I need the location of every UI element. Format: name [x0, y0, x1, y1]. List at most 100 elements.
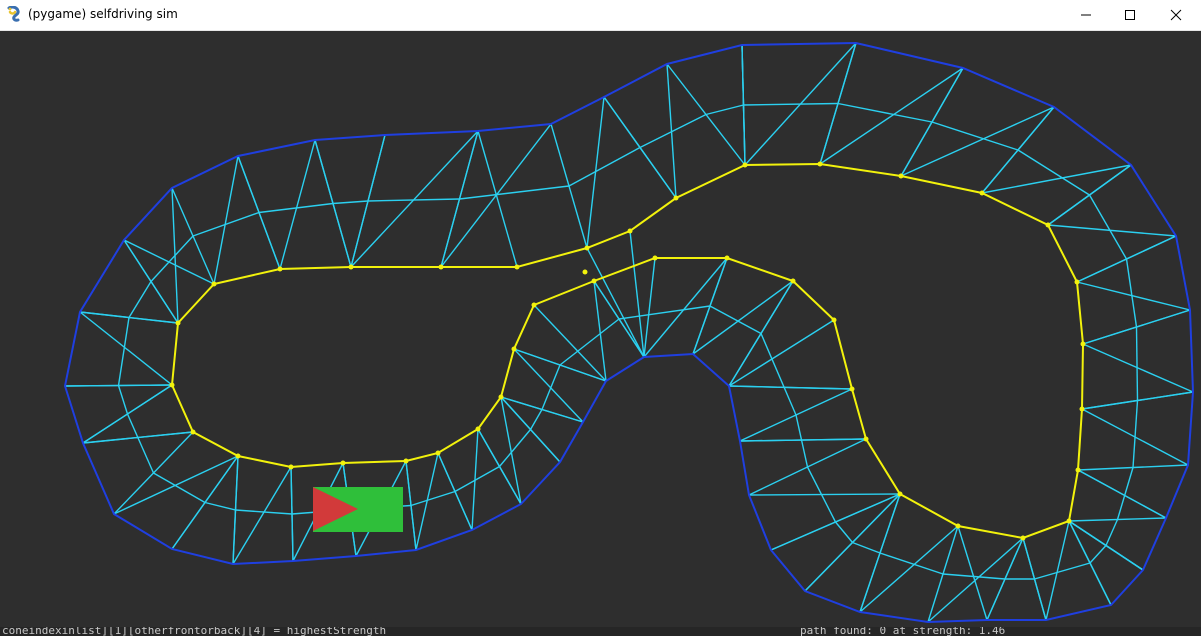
console-output: coneindexinlist][1][otherfrontorback][4]…	[0, 627, 1201, 636]
cone-vertex	[514, 264, 520, 270]
mesh-diagonal	[500, 396, 561, 463]
maximize-icon	[1124, 9, 1136, 21]
cone-vertices	[169, 161, 1086, 541]
mesh-midline	[529, 409, 543, 430]
cone-vertex	[724, 255, 730, 261]
mesh-diagonal	[113, 455, 239, 515]
close-button[interactable]	[1153, 0, 1199, 30]
mesh-midline	[743, 102, 839, 106]
mesh-midline	[852, 541, 881, 554]
mesh-diagonal	[171, 455, 239, 550]
mesh-midline	[1088, 194, 1128, 260]
mesh-spoke	[1077, 469, 1167, 519]
mesh-spoke	[692, 257, 728, 355]
mesh-spoke	[981, 106, 1055, 194]
mesh-midline	[459, 185, 570, 200]
mesh-midline	[618, 305, 711, 320]
cone-vertex	[438, 264, 444, 270]
cone-vertex	[627, 228, 633, 234]
mesh-spoke	[728, 385, 853, 390]
mesh-midline	[705, 104, 744, 116]
mesh-midline	[1017, 149, 1090, 196]
mesh-spoke	[1068, 520, 1144, 571]
mesh-diagonal	[819, 67, 964, 165]
mesh-diagonal	[927, 537, 1024, 623]
window-titlebar: (pygame) selfdriving sim	[0, 0, 1201, 31]
inner-track-border	[170, 162, 1085, 540]
mesh-midline	[454, 465, 500, 493]
mesh-midline	[760, 333, 797, 416]
mesh-diagonal	[770, 493, 901, 551]
mesh-diagonal	[586, 96, 605, 249]
mesh-midline	[1135, 326, 1139, 401]
cone-vertex	[403, 458, 409, 464]
simulation-canvas	[63, 41, 1195, 624]
mesh-midline	[1089, 545, 1107, 564]
mesh-spoke	[237, 155, 281, 270]
cone-vertex	[584, 245, 590, 251]
mesh-midline	[931, 121, 1019, 151]
stray-cone	[582, 269, 588, 275]
maximize-button[interactable]	[1107, 0, 1153, 30]
car	[313, 487, 403, 532]
cone-vertex	[277, 266, 283, 272]
mesh-midline	[568, 146, 641, 187]
cone-vertex	[190, 429, 196, 435]
mesh-diagonal	[804, 493, 901, 592]
cone-vertex	[511, 346, 517, 352]
cone-vertex	[175, 320, 181, 326]
mesh-midline	[410, 490, 456, 507]
mesh-spoke	[900, 67, 964, 177]
minimize-icon	[1080, 9, 1092, 21]
mesh-spoke	[82, 384, 173, 444]
mesh-diagonal	[1082, 343, 1194, 393]
minimize-button[interactable]	[1063, 0, 1109, 30]
mesh-spoke	[513, 348, 607, 382]
mesh-diagonal	[1068, 520, 1112, 606]
mesh-spoke	[82, 431, 194, 444]
mesh-diagonal	[64, 384, 173, 387]
cone-vertex	[1080, 341, 1086, 347]
cone-vertex	[498, 394, 504, 400]
cone-vertex	[435, 450, 441, 456]
mesh-diagonal	[1081, 408, 1189, 466]
cone-vertex	[340, 460, 346, 466]
cone-vertex	[235, 453, 241, 459]
cone-vertex	[475, 426, 481, 432]
mesh-midline	[639, 113, 707, 149]
mesh-midline	[332, 200, 369, 205]
cone-vertex	[1045, 222, 1051, 228]
console-line-left: coneindexinlist][1][otherfrontorback][4]…	[2, 627, 387, 636]
mesh-diagonal	[213, 155, 239, 285]
cone-vertex	[817, 161, 823, 167]
mesh-diagonal	[415, 452, 439, 551]
cone-vertex	[1066, 518, 1072, 524]
mesh-midline	[126, 413, 155, 474]
mesh-spoke	[728, 280, 794, 387]
mesh-midline	[150, 235, 194, 282]
mesh-spoke	[314, 139, 352, 268]
cone-vertex	[955, 523, 961, 529]
console-line-right: path found: 0 at strength: 1.46	[800, 627, 1006, 636]
cone-vertex	[849, 386, 855, 392]
cone-vertex	[897, 491, 903, 497]
mesh-midline	[837, 102, 933, 123]
mesh-diagonal	[666, 63, 677, 199]
mesh-spoke	[477, 130, 518, 268]
cone-vertex	[591, 278, 597, 284]
mesh-spoke	[1076, 235, 1177, 283]
mesh-diagonal	[171, 187, 179, 324]
mesh-spoke	[643, 257, 656, 358]
cone-vertex	[211, 281, 217, 287]
mesh-midline	[117, 385, 129, 415]
cone-vertex	[898, 173, 904, 179]
pygame-snake-icon	[6, 5, 22, 22]
cone-vertex	[1075, 467, 1081, 473]
mesh-diagonal	[748, 493, 901, 496]
mesh-midline	[795, 414, 809, 468]
mesh-midline	[204, 501, 236, 511]
mesh-midline	[1125, 258, 1138, 328]
track-mesh	[64, 42, 1194, 623]
mesh-midline	[879, 552, 944, 575]
mesh-spoke	[739, 438, 867, 442]
